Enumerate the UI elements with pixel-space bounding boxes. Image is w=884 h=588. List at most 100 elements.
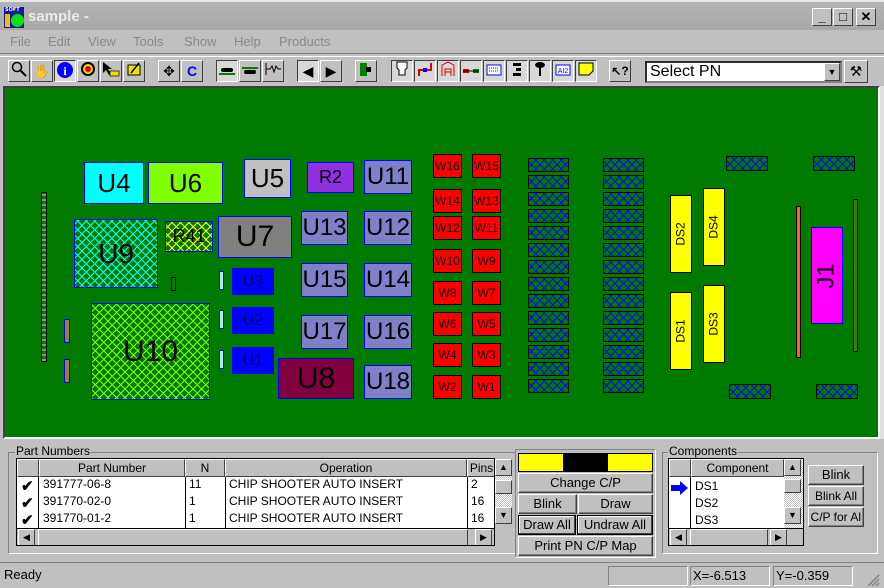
pcb-board-canvas[interactable]: U4 U6 U5 R2 U11 U9 R41 U7 U13 U12 U3 U15… bbox=[3, 86, 880, 439]
smd-pad[interactable] bbox=[528, 379, 569, 393]
align-icon[interactable] bbox=[506, 60, 528, 82]
component-u18[interactable]: U18 bbox=[364, 365, 412, 399]
component-u3[interactable]: U3 bbox=[232, 268, 274, 295]
scroll-thumb[interactable] bbox=[38, 529, 468, 545]
component-u7[interactable]: U7 bbox=[218, 216, 292, 258]
connector-strip[interactable] bbox=[853, 199, 858, 352]
part-numbers-table[interactable]: Part Number N Operation Pins ✔ 391777-06-… bbox=[16, 458, 495, 546]
wire-w5[interactable]: W5 bbox=[472, 312, 501, 336]
connector-strip[interactable] bbox=[796, 206, 801, 358]
hand-pan-icon[interactable]: ✋ bbox=[31, 60, 53, 82]
chevron-down-icon[interactable]: ▼ bbox=[824, 63, 840, 81]
component-j1[interactable]: J1 bbox=[811, 227, 843, 324]
component-u12[interactable]: U12 bbox=[364, 211, 412, 245]
column-header-check[interactable] bbox=[17, 459, 39, 477]
scroll-left-button[interactable]: ◀ bbox=[18, 529, 35, 545]
cp-color-swatch[interactable] bbox=[607, 454, 652, 471]
smd-pad[interactable] bbox=[528, 192, 569, 206]
cp-color-bar[interactable] bbox=[518, 453, 653, 472]
component-pad[interactable] bbox=[64, 359, 70, 383]
pointer-measure-icon[interactable] bbox=[100, 60, 122, 82]
menu-show[interactable]: Show bbox=[184, 34, 217, 49]
scroll-up-button[interactable]: ▲ bbox=[495, 459, 512, 476]
component-ds1[interactable]: DS1 bbox=[670, 292, 692, 370]
connector-pad[interactable] bbox=[813, 156, 855, 171]
wire-w13[interactable]: W13 bbox=[472, 189, 501, 213]
wire-w14[interactable]: W14 bbox=[433, 189, 462, 213]
component-u5[interactable]: U5 bbox=[244, 159, 291, 198]
wire-w1[interactable]: W1 bbox=[472, 375, 501, 399]
component-pad[interactable] bbox=[219, 310, 224, 329]
smd-pad[interactable] bbox=[528, 243, 569, 257]
zoom-icon[interactable] bbox=[8, 60, 30, 82]
print-pn-cp-map-button[interactable]: Print PN C/P Map bbox=[518, 536, 653, 556]
board-bottom-icon[interactable] bbox=[239, 60, 261, 82]
menu-products[interactable]: Products bbox=[279, 34, 330, 49]
route-icon[interactable] bbox=[414, 60, 436, 82]
component-u17[interactable]: U17 bbox=[301, 315, 348, 349]
edit-note-icon[interactable] bbox=[123, 60, 145, 82]
component-u15[interactable]: U15 bbox=[301, 263, 348, 297]
grid-icon[interactable] bbox=[483, 60, 505, 82]
component-u2[interactable]: U2 bbox=[232, 307, 274, 334]
wire-w4[interactable]: W4 bbox=[433, 343, 462, 367]
info-icon[interactable]: i bbox=[54, 60, 76, 82]
wire-w7[interactable]: W7 bbox=[472, 281, 501, 305]
board-scrollbar[interactable] bbox=[880, 86, 884, 439]
smd-pad[interactable] bbox=[603, 158, 644, 172]
smd-pad[interactable] bbox=[528, 158, 569, 172]
scroll-thumb[interactable] bbox=[495, 480, 512, 494]
component-u8[interactable]: U8 bbox=[278, 358, 354, 399]
scroll-down-button[interactable]: ▼ bbox=[784, 507, 801, 524]
wire-w3[interactable]: W3 bbox=[472, 343, 501, 367]
schematic-icon[interactable] bbox=[262, 60, 284, 82]
undraw-all-button[interactable]: Undraw All bbox=[577, 515, 653, 535]
outline-icon[interactable] bbox=[437, 60, 459, 82]
wire-w10[interactable]: W10 bbox=[433, 249, 462, 273]
board-top-icon[interactable] bbox=[216, 60, 238, 82]
column-header-indicator[interactable] bbox=[669, 459, 691, 477]
smd-pad[interactable] bbox=[528, 175, 569, 189]
arrow-right-icon[interactable]: ▶ bbox=[320, 60, 342, 82]
draw-button[interactable]: Draw bbox=[578, 494, 653, 514]
move-icon[interactable]: ✥ bbox=[158, 60, 180, 82]
component-r2[interactable]: R2 bbox=[307, 162, 354, 193]
component-u1[interactable]: U1 bbox=[232, 347, 274, 374]
component-pad[interactable] bbox=[64, 319, 70, 343]
cp-color-swatch[interactable] bbox=[519, 454, 564, 471]
component-pad[interactable] bbox=[219, 271, 224, 290]
component-ds4[interactable]: DS4 bbox=[703, 188, 725, 266]
smd-pad[interactable] bbox=[603, 175, 644, 189]
smd-pad[interactable] bbox=[528, 345, 569, 359]
menu-view[interactable]: View bbox=[88, 34, 116, 49]
cp-for-all-button[interactable]: C/P for Al bbox=[808, 507, 864, 527]
components-blink-button[interactable]: Blink bbox=[808, 465, 864, 485]
draw-all-button[interactable]: Draw All bbox=[518, 515, 576, 535]
connector-pad[interactable] bbox=[726, 156, 768, 171]
smd-pad[interactable] bbox=[528, 362, 569, 376]
wire-w6[interactable]: W6 bbox=[433, 312, 462, 336]
smd-pad[interactable] bbox=[528, 277, 569, 291]
wire-w15[interactable]: W15 bbox=[472, 154, 501, 178]
smd-pad[interactable] bbox=[603, 192, 644, 206]
menu-edit[interactable]: Edit bbox=[48, 34, 70, 49]
smd-pad[interactable] bbox=[528, 328, 569, 342]
smd-pad[interactable] bbox=[603, 379, 644, 393]
component-ds2[interactable]: DS2 bbox=[670, 195, 692, 273]
scroll-right-button[interactable]: ▶ bbox=[475, 529, 492, 545]
component-u11[interactable]: U11 bbox=[364, 160, 412, 194]
smd-pad[interactable] bbox=[603, 328, 644, 342]
smd-pad[interactable] bbox=[528, 226, 569, 240]
component-u13[interactable]: U13 bbox=[301, 211, 348, 245]
smd-pad[interactable] bbox=[528, 311, 569, 325]
column-header-pins[interactable]: Pins bbox=[467, 459, 494, 477]
component-line-icon[interactable] bbox=[460, 60, 482, 82]
component-u9[interactable]: U9 bbox=[74, 219, 158, 288]
connector-strip[interactable] bbox=[41, 192, 47, 362]
smd-pad[interactable] bbox=[603, 277, 644, 291]
smd-pad[interactable] bbox=[603, 294, 644, 308]
column-header-part-number[interactable]: Part Number bbox=[39, 459, 185, 477]
arrow-left-icon[interactable]: ◀ bbox=[297, 60, 319, 82]
blink-button[interactable]: Blink bbox=[518, 494, 577, 514]
wire-w9[interactable]: W9 bbox=[472, 249, 501, 273]
